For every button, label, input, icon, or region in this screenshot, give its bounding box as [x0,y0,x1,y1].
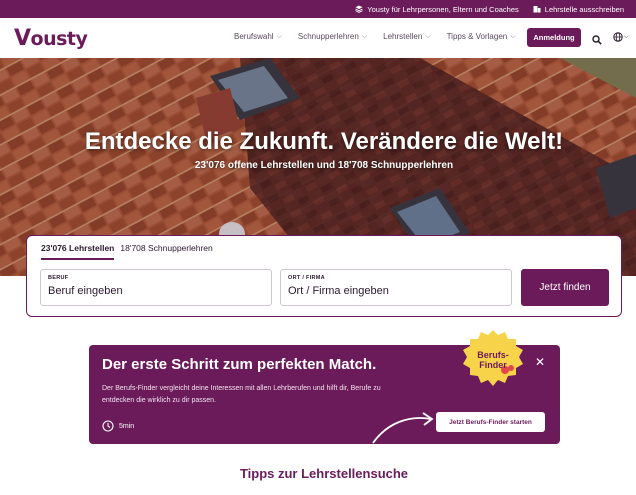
chevron-down-icon: ⌵ [624,33,629,40]
badge-line2: Finder [479,360,507,370]
ort-input[interactable]: Ort / Firma eingeben [288,285,504,297]
post-link-label: Lehrstelle ausschreiben [544,4,624,14]
hero-subtitle: 23'076 offene Lehrstellen und 18'708 Sch… [194,160,454,171]
hero-title: Entdecke die Zukunft. Verändere die Welt… [84,128,564,155]
nav-label: Tipps & Vorlagen [446,32,508,41]
clock-icon [102,420,114,432]
nav-item-lehrstellen[interactable]: Lehrstellen ⌵ [383,32,430,41]
berufs-finder-promo: Der erste Schritt zum perfekten Match. D… [89,330,560,444]
nav-label: Berufswahl [234,32,274,41]
arrow-decoration [372,412,434,444]
chevron-down-icon: ⌵ [510,32,516,40]
top-utility-bar: Yousty für Lehrpersonen, Eltern und Coac… [0,0,636,18]
nav-label: Schnupperlehren [297,32,359,41]
promo-title: Der erste Schritt zum perfekten Match. [102,356,377,373]
site-header: Vousty Berufswahl ⌵ Schnupperlehren ⌵ Lehr… [0,18,636,58]
search-icon[interactable] [592,32,602,50]
chevron-down-icon: ⌵ [361,32,368,40]
logo-text: ousty [30,28,88,50]
nav-item-berufswahl[interactable]: Berufswahl ⌵ [234,32,282,41]
nav-item-schnupperlehren[interactable]: Schnupperlehren ⌵ [298,32,367,41]
language-selector[interactable]: ⌵ [613,32,629,42]
globe-icon [613,32,623,42]
nav-item-tipps[interactable]: Tipps & Vorlagen ⌵ [447,32,516,41]
nav-label: Lehrstellen [383,32,423,41]
start-berufs-finder-button[interactable]: Jetzt Berufs-Finder starten [436,412,545,432]
audience-link-label: Yousty für Lehrpersonen, Eltern und Coac… [367,4,519,14]
login-button[interactable]: Anmeldung [527,28,581,47]
chevron-down-icon: ⌵ [276,32,282,40]
duration-label: 5min [119,422,135,430]
logo-mark: V [14,26,31,51]
search-tabs: 23'076 Lehrstellen 18'708 Schnupperlehre… [41,243,213,260]
main-nav: Berufswahl ⌵ Schnupperlehren ⌵ Lehrstellen… [234,32,516,41]
tab-schnupperlehren[interactable]: 18'708 Schnupperlehren [120,243,212,260]
layers-icon [355,5,363,13]
section-title: Tipps zur Lehrstellensuche [239,466,409,481]
chevron-down-icon: ⌵ [425,32,431,40]
yousty-logo[interactable]: Vousty [14,26,88,51]
audience-link[interactable]: Yousty für Lehrpersonen, Eltern und Coac… [355,5,519,14]
ort-firma-field[interactable]: ORT / FIRMA Ort / Firma eingeben [280,269,512,306]
badge-line1: Berufs- [477,350,509,360]
beruf-label: BERUF [48,275,69,281]
post-apprenticeship-link[interactable]: Lehrstelle ausschreiben [533,5,624,14]
promo-text: Der Berufs-Finder vergleicht deine Inter… [102,385,381,404]
tab-lehrstellen[interactable]: 23'076 Lehrstellen [41,243,115,260]
ort-label: ORT / FIRMA [288,275,325,281]
search-card: 23'076 Lehrstellen 18'708 Schnupperlehre… [26,235,622,317]
badge-label: Berufs- Finder [461,350,525,370]
building-icon [533,6,541,13]
close-icon[interactable]: ✕ [535,356,545,368]
find-button[interactable]: Jetzt finden [521,269,609,306]
duration-info: 5min [102,420,134,432]
beruf-field[interactable]: BERUF Beruf eingeben [40,269,272,306]
beruf-input[interactable]: Beruf eingeben [48,285,264,297]
